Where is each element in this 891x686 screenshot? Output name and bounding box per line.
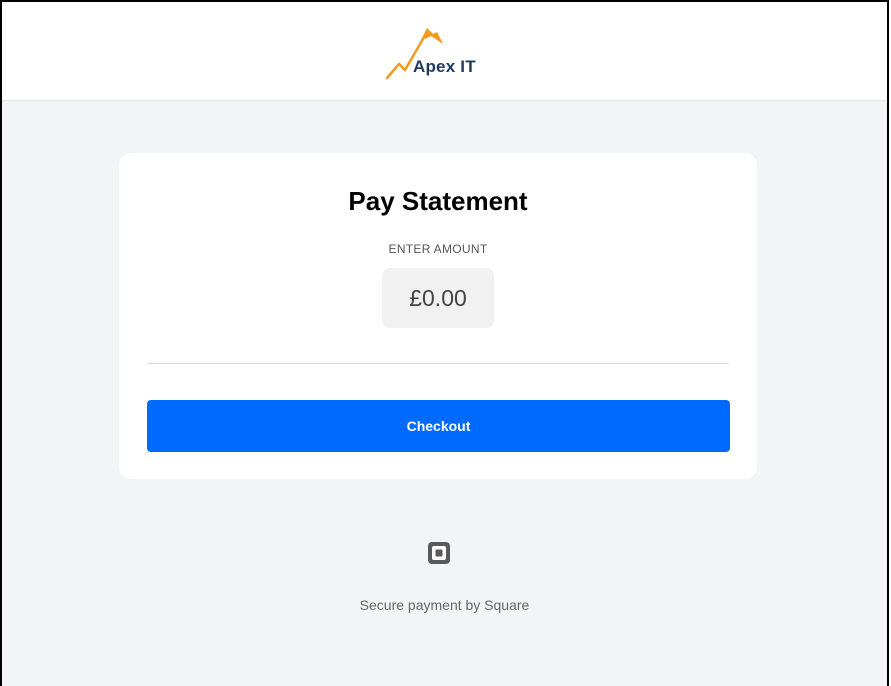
page-frame: Apex IT Pay Statement ENTER AMOUNT £0.00… [0,0,889,686]
apex-it-logo[interactable]: Apex IT [385,24,515,84]
logo-text: Apex IT [413,57,476,76]
secure-payment-text: Secure payment by Square [359,597,530,613]
amount-input[interactable]: £0.00 [382,268,494,328]
divider [147,363,729,364]
checkout-button[interactable]: Checkout [147,400,730,452]
payment-card: Pay Statement ENTER AMOUNT £0.00 Checkou… [119,153,757,479]
amount-label: ENTER AMOUNT [388,242,488,256]
header: Apex IT [2,2,887,101]
page-title: Pay Statement [348,186,528,216]
square-logo-icon [428,542,450,564]
